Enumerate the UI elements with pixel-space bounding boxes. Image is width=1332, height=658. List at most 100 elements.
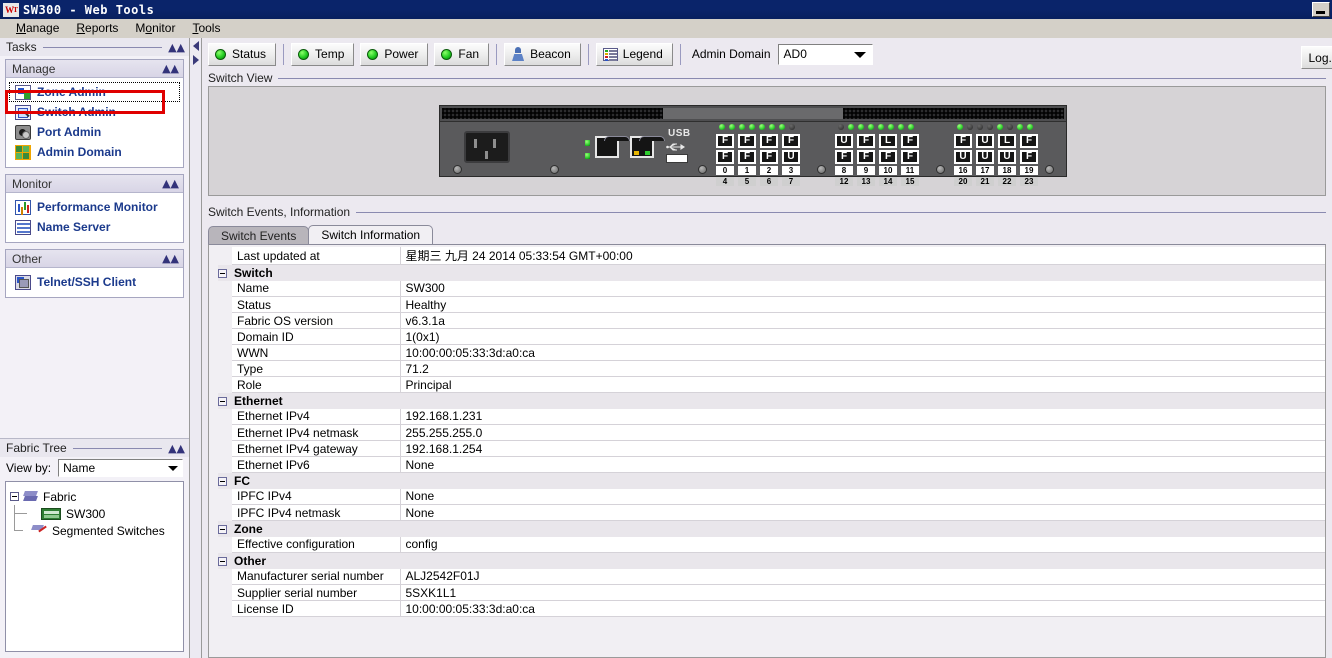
collapse-group-icon[interactable] — [218, 524, 227, 534]
fabric-tree-collapse-icon[interactable]: ▲▲ — [168, 443, 185, 454]
port-slot-16[interactable]: F — [954, 134, 972, 148]
sidebar-item-zone-admin[interactable]: Zone Admin — [9, 82, 180, 102]
port-slot-9[interactable]: F — [857, 134, 875, 148]
port-column-2[interactable]: F F 2 6 — [760, 134, 778, 186]
port-column-8[interactable]: U F 8 12 — [835, 134, 853, 186]
port-slot-4[interactable]: F — [716, 150, 734, 164]
port-slot-23[interactable]: F — [1020, 150, 1038, 164]
admin-domain-select[interactable]: AD0 — [777, 43, 873, 65]
sidebar-item-switch-admin[interactable]: Switch Admin — [6, 102, 183, 122]
task-group-other-collapse-icon[interactable]: ▲▲ — [162, 253, 179, 264]
table-row[interactable]: Manufacturer serial number ALJ2542F01J — [218, 568, 1325, 585]
port-slot-5[interactable]: F — [738, 150, 756, 164]
menu-item-tools[interactable]: Tools — [184, 19, 229, 37]
port-column-19[interactable]: F F 19 23 — [1020, 134, 1038, 186]
table-row[interactable]: Name SW300 — [218, 280, 1325, 297]
menu-item-reports[interactable]: Reports — [68, 19, 127, 37]
sidebar-item-performance-monitor[interactable]: Performance Monitor — [6, 197, 183, 217]
minimize-button[interactable] — [1312, 2, 1330, 17]
task-group-other-header[interactable]: Other ▲▲ — [6, 250, 183, 268]
port-slot-0[interactable]: F — [716, 134, 734, 148]
port-slot-15[interactable]: F — [901, 150, 919, 164]
view-by-select[interactable]: Name — [58, 459, 183, 477]
sidebar-item-admin-domain[interactable]: Admin Domain — [6, 142, 183, 162]
table-row[interactable]: IPFC IPv4 netmask None — [218, 504, 1325, 521]
collapse-group-icon[interactable] — [218, 476, 227, 486]
port-column-16[interactable]: F U 16 20 — [954, 134, 972, 186]
task-group-manage-header[interactable]: Manage ▲▲ — [6, 60, 183, 78]
fabric-tree-list[interactable]: Fabric SW300 Segmented Switches — [5, 481, 184, 652]
table-row[interactable]: Ethernet IPv6 None — [218, 456, 1325, 473]
port-group-0-7[interactable]: F F 0 4 F F 1 5 F F 2 6 F U 3 7 — [716, 124, 800, 186]
port-slot-2[interactable]: F — [760, 134, 778, 148]
port-column-17[interactable]: U U 17 21 — [976, 134, 994, 186]
port-column-3[interactable]: F U 3 7 — [782, 134, 800, 186]
pane-splitter[interactable] — [190, 38, 202, 658]
info-group-row[interactable]: Ethernet — [218, 392, 1325, 409]
table-row[interactable]: Effective configuration config — [218, 536, 1325, 553]
table-row[interactable]: Last updated at 星期三 九月 24 2014 05:33:54 G… — [218, 247, 1325, 265]
tab-switch-information[interactable]: Switch Information — [308, 225, 434, 244]
table-row[interactable]: Ethernet IPv4 netmask 255.255.255.0 — [218, 424, 1325, 441]
table-row[interactable]: Supplier serial number 5SXK1L1 — [218, 584, 1325, 601]
port-slot-20[interactable]: U — [954, 150, 972, 164]
port-column-0[interactable]: F F 0 4 — [716, 134, 734, 186]
tab-switch-events[interactable]: Switch Events — [208, 226, 310, 244]
tasks-collapse-icon[interactable]: ▲▲ — [168, 42, 185, 53]
task-group-manage-collapse-icon[interactable]: ▲▲ — [162, 63, 179, 74]
port-slot-10[interactable]: L — [879, 134, 897, 148]
tree-node-fabric[interactable]: Fabric — [10, 488, 179, 505]
status-button[interactable]: Status — [208, 42, 277, 66]
beacon-button[interactable]: Beacon — [504, 42, 581, 66]
port-slot-19[interactable]: F — [1020, 134, 1038, 148]
info-group-row[interactable]: Zone — [218, 520, 1325, 537]
switch-chassis-graphic[interactable]: USB F F 0 4 F F 1 5 F F 2 6 F U 3 7 U F … — [439, 105, 1067, 186]
sidebar-item-telnet-ssh-client[interactable]: Telnet/SSH Client — [6, 272, 183, 292]
collapse-left-icon[interactable] — [192, 41, 199, 51]
port-column-18[interactable]: L U 18 22 — [998, 134, 1016, 186]
port-slot-1[interactable]: F — [738, 134, 756, 148]
sidebar-item-name-server[interactable]: Name Server — [6, 217, 183, 237]
power-button[interactable]: Power — [360, 42, 429, 66]
collapse-group-icon[interactable] — [218, 396, 227, 406]
port-slot-22[interactable]: U — [998, 150, 1016, 164]
table-row[interactable]: IPFC IPv4 None — [218, 488, 1325, 505]
switch-information-table-wrap[interactable]: Last updated at 星期三 九月 24 2014 05:33:54 G… — [208, 244, 1326, 658]
port-slot-6[interactable]: F — [760, 150, 778, 164]
table-row[interactable]: WWN 10:00:00:05:33:3d:a0:ca — [218, 344, 1325, 361]
menu-item-monitor[interactable]: Monitor — [127, 19, 184, 37]
port-slot-13[interactable]: F — [857, 150, 875, 164]
table-row[interactable]: Ethernet IPv4 192.168.1.231 — [218, 408, 1325, 425]
table-row[interactable]: Status Healthy — [218, 296, 1325, 313]
temp-button[interactable]: Temp — [291, 42, 355, 66]
port-group-16-23[interactable]: F U 16 20 U U 17 21 L U 18 22 F F 19 23 — [954, 124, 1038, 186]
port-slot-7[interactable]: U — [782, 150, 800, 164]
port-slot-21[interactable]: U — [976, 150, 994, 164]
task-group-monitor-header[interactable]: Monitor ▲▲ — [6, 175, 183, 193]
table-row[interactable]: Ethernet IPv4 gateway 192.168.1.254 — [218, 440, 1325, 457]
menu-item-manage[interactable]: Manage — [8, 19, 68, 37]
expand-right-icon[interactable] — [192, 55, 199, 65]
table-row[interactable]: Domain ID 1(0x1) — [218, 328, 1325, 345]
table-row[interactable]: Role Principal — [218, 376, 1325, 393]
port-slot-12[interactable]: F — [835, 150, 853, 164]
collapse-group-icon[interactable] — [218, 268, 227, 278]
tree-node-sw300[interactable]: SW300 — [10, 505, 179, 522]
port-slot-8[interactable]: U — [835, 134, 853, 148]
table-row[interactable]: License ID 10:00:00:05:33:3d:a0:ca — [218, 600, 1325, 617]
legend-button[interactable]: Legend — [595, 42, 673, 66]
port-column-1[interactable]: F F 1 5 — [738, 134, 756, 186]
table-row[interactable]: Type 71.2 — [218, 360, 1325, 377]
port-slot-18[interactable]: L — [998, 134, 1016, 148]
port-column-11[interactable]: F F 11 15 — [901, 134, 919, 186]
port-column-9[interactable]: F F 9 13 — [857, 134, 875, 186]
log-button[interactable]: Log... — [1301, 46, 1332, 69]
tree-node-segmented-switches[interactable]: Segmented Switches — [10, 522, 179, 539]
port-slot-17[interactable]: U — [976, 134, 994, 148]
port-slot-11[interactable]: F — [901, 134, 919, 148]
port-column-10[interactable]: L F 10 14 — [879, 134, 897, 186]
info-group-row[interactable]: FC — [218, 472, 1325, 489]
info-group-row[interactable]: Switch — [218, 264, 1325, 281]
info-group-row[interactable]: Other — [218, 552, 1325, 569]
sidebar-item-port-admin[interactable]: Port Admin — [6, 122, 183, 142]
